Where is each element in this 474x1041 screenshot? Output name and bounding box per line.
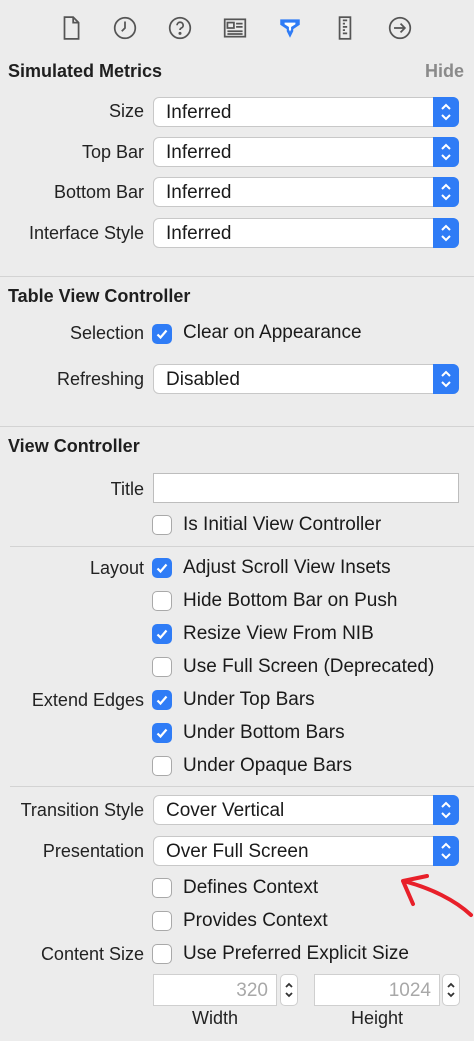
top-bar-popup[interactable]: Inferred bbox=[153, 137, 459, 167]
connections-inspector-icon[interactable] bbox=[384, 12, 416, 44]
refreshing-popup[interactable]: Disabled bbox=[153, 364, 459, 394]
size-popup[interactable]: Inferred bbox=[153, 97, 459, 127]
transition-style-value: Cover Vertical bbox=[166, 800, 285, 821]
clear-on-appearance-label: Clear on Appearance bbox=[183, 322, 362, 343]
adjust-scroll-view-insets-label: Adjust Scroll View Insets bbox=[183, 557, 391, 578]
refreshing-label: Refreshing bbox=[56, 369, 144, 389]
clear-on-appearance-checkbox[interactable] bbox=[152, 324, 172, 344]
bottom-bar-popup[interactable]: Inferred bbox=[153, 177, 459, 207]
presentation-popup[interactable]: Over Full Screen bbox=[153, 836, 459, 866]
use-preferred-explicit-size-checkbox[interactable] bbox=[152, 944, 172, 964]
top-bar-label: Top Bar bbox=[81, 142, 144, 162]
presentation-label: Presentation bbox=[42, 841, 144, 861]
resize-view-from-nib-checkbox[interactable] bbox=[152, 624, 172, 644]
under-bottom-bars-checkbox[interactable] bbox=[152, 723, 172, 743]
adjust-scroll-view-insets-checkbox[interactable] bbox=[152, 558, 172, 578]
checkmark-icon bbox=[156, 695, 168, 706]
width-label: Width bbox=[191, 1008, 238, 1028]
chevron-updown-icon bbox=[433, 795, 459, 825]
chevron-updown-icon bbox=[433, 218, 459, 248]
defines-context-checkbox[interactable] bbox=[152, 878, 172, 898]
identity-inspector-icon[interactable] bbox=[219, 12, 251, 44]
chevron-updown-icon bbox=[285, 982, 293, 998]
bottom-bar-label: Bottom Bar bbox=[53, 182, 144, 202]
annotation-arrow-icon bbox=[401, 874, 473, 917]
size-label: Size bbox=[108, 101, 144, 121]
checkmark-icon bbox=[156, 563, 168, 574]
title-input[interactable] bbox=[153, 473, 459, 503]
history-inspector-icon[interactable] bbox=[109, 12, 141, 44]
interface-style-popup[interactable]: Inferred bbox=[153, 218, 459, 248]
size-inspector-icon[interactable] bbox=[329, 12, 361, 44]
subsection-divider bbox=[10, 546, 474, 547]
hide-bottom-bar-on-push-label: Hide Bottom Bar on Push bbox=[183, 590, 398, 611]
provides-context-label: Provides Context bbox=[183, 910, 328, 931]
checkmark-icon bbox=[156, 629, 168, 640]
top-bar-value: Inferred bbox=[166, 142, 232, 163]
hide-button[interactable]: Hide bbox=[425, 61, 464, 82]
layout-label: Layout bbox=[89, 558, 144, 578]
interface-style-label: Interface Style bbox=[28, 223, 144, 243]
chevron-updown-icon bbox=[433, 137, 459, 167]
under-bottom-bars-label: Under Bottom Bars bbox=[183, 722, 345, 743]
simulated-metrics-title: Simulated Metrics bbox=[8, 61, 163, 81]
height-label: Height bbox=[350, 1008, 404, 1028]
subsection-divider bbox=[10, 786, 474, 787]
interface-style-value: Inferred bbox=[166, 223, 232, 244]
selection-label: Selection bbox=[69, 323, 144, 343]
section-divider bbox=[0, 276, 474, 277]
attributes-inspector-icon[interactable] bbox=[274, 12, 306, 44]
use-preferred-explicit-size-label: Use Preferred Explicit Size bbox=[183, 943, 409, 964]
refreshing-value: Disabled bbox=[166, 369, 240, 390]
use-full-screen-checkbox[interactable] bbox=[152, 657, 172, 677]
bottom-bar-value: Inferred bbox=[166, 182, 232, 203]
title-field-label: Title bbox=[110, 479, 144, 499]
defines-context-label: Defines Context bbox=[183, 877, 319, 898]
file-inspector-icon[interactable] bbox=[55, 12, 87, 44]
width-stepper[interactable] bbox=[280, 974, 298, 1006]
height-field[interactable]: 1024 bbox=[314, 974, 440, 1006]
quick-help-icon[interactable] bbox=[164, 12, 196, 44]
view-controller-title: View Controller bbox=[8, 436, 140, 456]
transition-style-popup[interactable]: Cover Vertical bbox=[153, 795, 459, 825]
under-top-bars-label: Under Top Bars bbox=[183, 689, 315, 710]
table-view-controller-title: Table View Controller bbox=[8, 286, 191, 306]
chevron-updown-icon bbox=[433, 836, 459, 866]
under-top-bars-checkbox[interactable] bbox=[152, 690, 172, 710]
content-size-label: Content Size bbox=[40, 944, 144, 964]
presentation-value: Over Full Screen bbox=[166, 841, 309, 862]
checkmark-icon bbox=[156, 728, 168, 739]
use-full-screen-label: Use Full Screen (Deprecated) bbox=[183, 656, 435, 677]
chevron-updown-icon bbox=[433, 177, 459, 207]
transition-style-label: Transition Style bbox=[20, 800, 144, 820]
extend-edges-label: Extend Edges bbox=[31, 690, 144, 710]
chevron-updown-icon bbox=[433, 364, 459, 394]
resize-view-from-nib-label: Resize View From NIB bbox=[183, 623, 374, 644]
chevron-updown-icon bbox=[447, 982, 455, 998]
checkmark-icon bbox=[156, 329, 168, 340]
height-stepper[interactable] bbox=[442, 974, 460, 1006]
width-field[interactable]: 320 bbox=[153, 974, 277, 1006]
width-value: 320 bbox=[236, 980, 268, 1001]
section-divider bbox=[0, 426, 474, 427]
is-initial-view-controller-label: Is Initial View Controller bbox=[183, 514, 382, 535]
height-value: 1024 bbox=[388, 980, 431, 1001]
chevron-updown-icon bbox=[433, 97, 459, 127]
is-initial-view-controller-checkbox[interactable] bbox=[152, 515, 172, 535]
under-opaque-bars-checkbox[interactable] bbox=[152, 756, 172, 776]
inspector-toolbar bbox=[0, 0, 474, 54]
provides-context-checkbox[interactable] bbox=[152, 911, 172, 931]
hide-bottom-bar-on-push-checkbox[interactable] bbox=[152, 591, 172, 611]
size-value: Inferred bbox=[166, 102, 232, 123]
under-opaque-bars-label: Under Opaque Bars bbox=[183, 755, 352, 776]
